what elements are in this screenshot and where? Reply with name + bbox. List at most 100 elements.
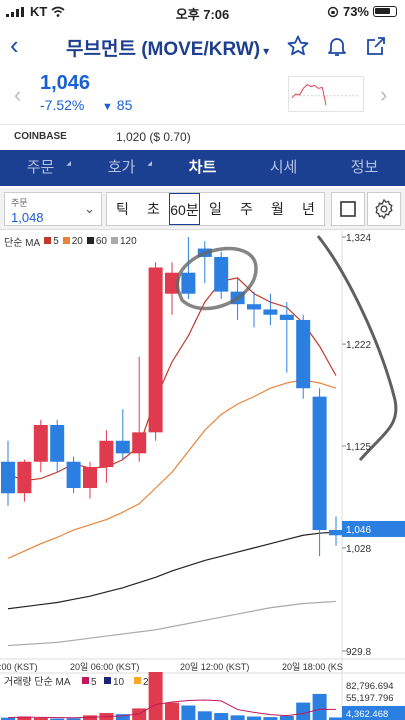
- order-box-value: 1,048: [11, 210, 44, 225]
- candle-body: [50, 424, 65, 462]
- period-year[interactable]: 년: [293, 193, 324, 225]
- volume-bar: [230, 715, 245, 720]
- chevron-down-icon: ⌄: [84, 201, 95, 216]
- rotation-lock-icon: [327, 6, 339, 17]
- volume-legend-label: 거래량 단순 MA: [4, 676, 71, 688]
- volume-bar: [312, 693, 327, 720]
- prev-coin-button[interactable]: ‹: [14, 82, 21, 108]
- candle-body: [247, 304, 261, 310]
- candle-body: [33, 424, 48, 462]
- exchange-name: COINBASE: [14, 131, 67, 142]
- volume-legend-swatch: [82, 677, 89, 684]
- coin-title: 무브먼트 (MOVE/KRW): [66, 39, 261, 60]
- ma60-line: [7, 531, 337, 610]
- candle-body: [279, 314, 294, 320]
- ma-legend-item-60: 60: [86, 236, 107, 247]
- price-tick-label: 929.8: [346, 647, 371, 658]
- change-amount-value: 85: [116, 97, 133, 113]
- tab-order[interactable]: 주문 ◢: [0, 150, 81, 186]
- candle-body: [132, 432, 147, 454]
- bell-icon[interactable]: [325, 34, 349, 58]
- volume-tick-label: 82,796.694: [346, 681, 394, 692]
- mini-price-chart[interactable]: [288, 76, 364, 112]
- period-week[interactable]: 주: [231, 193, 262, 225]
- header: ‹ 무브먼트 (MOVE/KRW) ▾: [0, 26, 405, 66]
- candle-body: [66, 461, 81, 489]
- back-button[interactable]: ‹: [10, 30, 36, 61]
- fullscreen-button[interactable]: [331, 192, 365, 226]
- chart-svg[interactable]: 1,3241,2221,1251,028929.81,0460:00 (KST)…: [0, 231, 405, 720]
- price-tick-label: 1,324: [346, 233, 371, 244]
- volume-current-label: 4,362.468: [346, 709, 388, 720]
- volume-bar: [181, 705, 196, 720]
- battery-percent: 73%: [342, 4, 369, 19]
- candle-body: [214, 256, 229, 292]
- volume-bar: [279, 715, 294, 720]
- period-month[interactable]: 월: [262, 193, 293, 225]
- time-tick-label: 20일 18:00 (KS: [282, 662, 343, 672]
- ma-legend-item-5: 5: [44, 236, 59, 247]
- current-price-label: 1,046: [346, 525, 371, 536]
- ma-legend-item-20: 20: [62, 236, 83, 247]
- ma120-line: [7, 600, 337, 647]
- settings-button[interactable]: [367, 192, 401, 226]
- volume-legend-swatch: [134, 677, 141, 684]
- period-day[interactable]: 일: [200, 193, 231, 225]
- chart-toolbar: 주문 1,048 ⌄ 틱 초 60분 일 주 월 년: [0, 188, 405, 230]
- price-tick-label: 1,028: [346, 544, 371, 555]
- candle-chart-area[interactable]: 단순 MA 5 20 60 120 1,324 1,222 1,125 1,028 92…: [0, 231, 405, 720]
- volume-bar: [165, 702, 179, 720]
- volume-bar: [214, 713, 229, 720]
- order-box-label: 주문: [11, 198, 28, 208]
- volume-legend-item: 5: [91, 677, 97, 688]
- candle-body: [99, 440, 114, 467]
- candle-body: [83, 467, 97, 489]
- candle-body: [17, 461, 32, 494]
- candle-body: [263, 309, 278, 315]
- candle-body: [312, 396, 327, 531]
- gear-icon: [375, 199, 393, 219]
- candle-body: [329, 530, 343, 536]
- period-60min[interactable]: 60분: [169, 193, 200, 225]
- tab-chart[interactable]: 차트: [162, 150, 243, 186]
- volume-bar: [247, 716, 261, 720]
- price-summary: ‹ 1,046 -7.52% ▼ 85 ›: [0, 68, 405, 124]
- period-second[interactable]: 초: [138, 193, 169, 225]
- tab-orderbook[interactable]: 호가 ◢: [81, 150, 162, 186]
- change-amount: ▼ 85: [102, 97, 132, 113]
- star-icon[interactable]: [286, 34, 310, 58]
- volume-bar: [148, 672, 163, 720]
- volume-legend-swatch: [104, 677, 111, 684]
- price-tick-label: 1,222: [346, 340, 371, 351]
- period-tick[interactable]: 틱: [107, 193, 138, 225]
- candle-body: [296, 319, 311, 389]
- status-bar: KT 오후 7:06 73%: [0, 0, 405, 22]
- share-icon[interactable]: [364, 34, 388, 58]
- exchange-price-row: COINBASE 1,020 ($ 0.70): [0, 124, 405, 150]
- tab-quotes[interactable]: 시세: [243, 150, 324, 186]
- title-caret-icon: ▾: [263, 44, 270, 58]
- ma-legend: 단순 MA 5 20 60 120: [4, 234, 137, 249]
- volume-legend-item: 10: [113, 677, 125, 688]
- ma-legend-label: 단순 MA: [4, 238, 41, 249]
- candle-body: [181, 272, 196, 294]
- change-percent: -7.52%: [40, 97, 85, 113]
- time-tick-label: 20일 12:00 (KST): [180, 662, 249, 672]
- volume-bar: [197, 711, 212, 720]
- square-icon: [340, 201, 356, 217]
- tab-info[interactable]: 정보: [324, 150, 405, 186]
- time-tick-label: 0:00 (KST): [0, 662, 38, 672]
- volume-bar: [296, 702, 311, 720]
- order-price-selector[interactable]: 주문 1,048 ⌄: [4, 192, 102, 226]
- candle-body: [115, 440, 130, 454]
- exchange-price: 1,020 ($ 0.70): [116, 130, 191, 144]
- battery-icon: [373, 6, 397, 17]
- candle-body: [1, 461, 15, 494]
- time-tick-label: 20일 06:00 (KST): [70, 662, 139, 672]
- next-coin-button[interactable]: ›: [380, 82, 387, 108]
- coin-title-selector[interactable]: 무브먼트 (MOVE/KRW) ▾: [66, 34, 269, 61]
- down-arrow-icon: ▼: [102, 101, 113, 113]
- current-price: 1,046: [40, 72, 91, 94]
- period-selector: 틱 초 60분 일 주 월 년: [106, 192, 325, 226]
- ma-legend-item-120: 120: [111, 236, 137, 247]
